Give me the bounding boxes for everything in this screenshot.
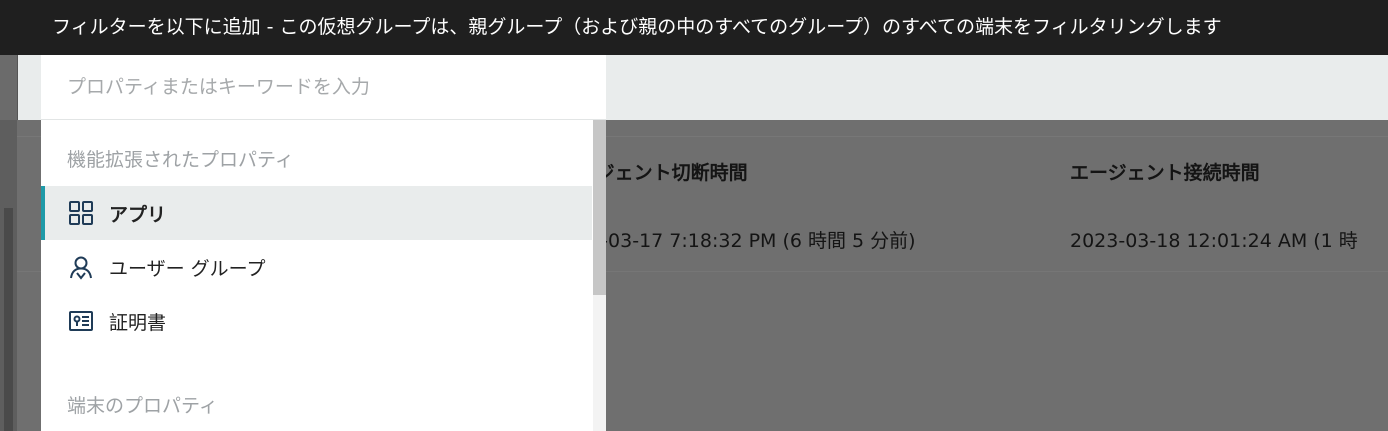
property-list: 機能拡張されたプロパティ アプリ ユーザー グループ 証明書 端末のプロパティ bbox=[41, 120, 606, 431]
property-list-scrollbar[interactable] bbox=[593, 120, 606, 431]
filter-info-banner: フィルターを以下に追加 - この仮想グループは、親グループ（および親の中のすべて… bbox=[0, 0, 1388, 55]
property-search bbox=[41, 55, 606, 120]
property-item-certificate[interactable]: 証明書 bbox=[41, 294, 592, 348]
property-item-label: ユーザー グループ bbox=[109, 257, 266, 280]
left-panel-bar bbox=[4, 208, 13, 431]
section-title-extended-properties: 機能拡張されたプロパティ bbox=[67, 149, 294, 171]
table-cell-disconnect-time: 23-03-17 7:18:32 PM (6 時間 5 分前) bbox=[577, 230, 916, 252]
property-item-user-group[interactable]: ユーザー グループ bbox=[41, 240, 592, 294]
property-item-label: 証明書 bbox=[109, 311, 167, 334]
property-item-apps[interactable]: アプリ bbox=[41, 186, 592, 240]
property-filter-dropdown: 機能拡張されたプロパティ アプリ ユーザー グループ bbox=[41, 55, 606, 431]
scrollbar-thumb[interactable] bbox=[593, 120, 606, 295]
certificate-icon bbox=[67, 307, 95, 335]
left-panel-edge bbox=[0, 120, 17, 431]
table-cell-connect-time: 2023-03-18 12:01:24 AM (1 時 bbox=[1070, 230, 1358, 252]
property-item-label: アプリ bbox=[109, 203, 167, 226]
apps-grid-icon bbox=[67, 199, 95, 227]
section-title-device-properties: 端末のプロパティ bbox=[67, 395, 218, 417]
user-group-icon bbox=[67, 253, 95, 281]
column-header-agent-connect-time[interactable]: エージェント接続時間 bbox=[1070, 158, 1260, 185]
property-search-input[interactable] bbox=[41, 55, 606, 119]
